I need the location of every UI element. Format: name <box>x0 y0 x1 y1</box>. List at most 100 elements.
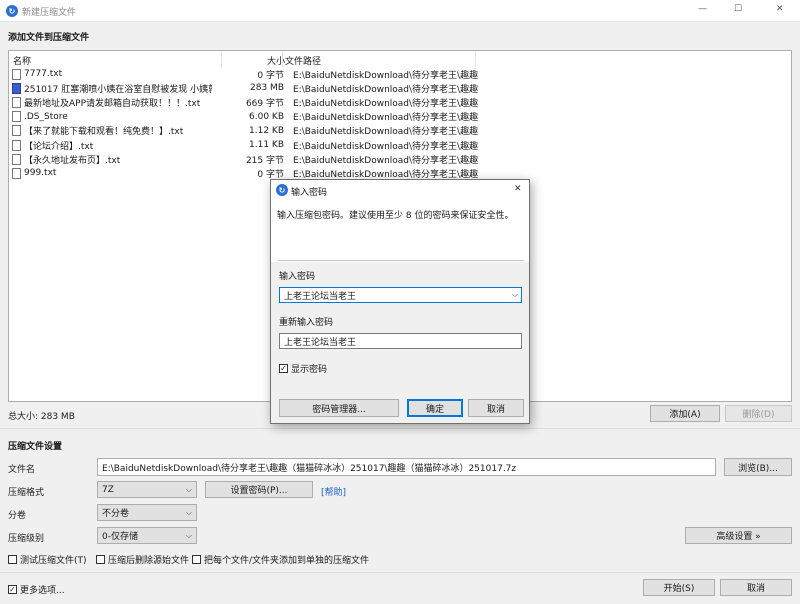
split-label: 分卷 <box>8 511 27 521</box>
divider <box>0 428 800 429</box>
file-size: 215 字节 <box>245 155 284 166</box>
checkbox-box[interactable]: ✓ <box>279 364 288 373</box>
file-name: 251017 肛塞潮喷小姨在浴室自慰被发现 小姨就让... <box>12 82 212 95</box>
chevron-down-icon: ⌵ <box>185 530 192 540</box>
table-row[interactable]: 最新地址及APP请发邮箱自动获取！！！.txt 669 字节 E:\BaiduNet… <box>9 95 773 109</box>
filename-input[interactable]: E:\BaiduNetdiskDownload\待分享老王\趣趣（猫猫碎冰冰）2… <box>97 458 716 476</box>
ok-button[interactable]: 确定 <box>407 399 463 417</box>
file-name-text: 7777.txt <box>24 69 63 79</box>
separate-archives-checkbox[interactable]: 把每个文件/文件夹添加到单独的压缩文件 <box>192 553 369 566</box>
file-name-text: 最新地址及APP请发邮箱自动获取！！！.txt <box>24 98 201 109</box>
close-icon[interactable]: ✕ <box>776 4 784 14</box>
text-file-icon <box>12 139 21 151</box>
dialog-app-icon: ↻ <box>276 184 288 196</box>
maximize-icon[interactable]: ☐ <box>734 4 742 14</box>
cancel-button[interactable]: 取消 <box>720 579 792 596</box>
level-label: 压缩级别 <box>8 534 45 544</box>
table-row[interactable]: 251017 肛塞潮喷小姨在浴室自慰被发现 小姨就让... 283 MB E:\Ba… <box>9 81 773 95</box>
text-file-icon <box>12 167 21 179</box>
file-name-text: 【来了就能下载和观看！纯免费！】.txt <box>24 127 184 138</box>
password-dialog: ↻ 输入密码 ✕ 输入压缩包密码。建议使用至少 8 位的密码来保证安全性。 输入… <box>270 179 530 424</box>
repeat-password-label: 重新输入密码 <box>279 318 334 328</box>
file-path: E:\BaiduNetdiskDownload\待分享老王\趣趣（ <box>293 84 478 95</box>
chevron-down-icon[interactable]: ⌵ <box>512 290 518 300</box>
file-name: 【永久地址发布页】.txt <box>12 153 212 166</box>
file-size: 6.00 KB <box>249 111 284 122</box>
browse-button[interactable]: 浏览(B)... <box>724 458 792 476</box>
chevron-down-icon: ⌵ <box>185 484 192 494</box>
password-combo[interactable]: 上老王论坛当老王 ⌵ <box>279 287 522 303</box>
divider <box>0 572 800 573</box>
show-password-checkbox[interactable]: ✓ 显示密码 <box>279 362 327 375</box>
separate-archives-label: 把每个文件/文件夹添加到单独的压缩文件 <box>204 556 370 566</box>
dialog-description-area: 输入压缩包密码。建议使用至少 8 位的密码来保证安全性。 <box>271 200 529 262</box>
text-file-icon <box>12 68 21 80</box>
dialog-description: 输入压缩包密码。建议使用至少 8 位的密码来保证安全性。 <box>277 211 514 221</box>
file-name-text: .DS_Store <box>24 111 68 122</box>
dialog-title-bar: ↻ 输入密码 ✕ <box>271 180 529 200</box>
format-select[interactable]: 7Z ⌵ <box>97 481 197 498</box>
more-options-label: 更多选项... <box>20 586 65 596</box>
table-row[interactable]: 【论坛介绍】.txt 1.11 KB E:\BaiduNetdiskDownload… <box>9 138 773 152</box>
file-name-text: 999.txt <box>24 168 57 179</box>
text-file-icon <box>12 125 21 137</box>
delete-source-label: 压缩后删除源始文件 <box>108 556 190 566</box>
file-name-text: 【论坛介绍】.txt <box>24 141 94 152</box>
file-name: 999.txt <box>12 167 212 179</box>
format-label: 压缩格式 <box>8 488 45 498</box>
checkbox-box[interactable] <box>8 555 17 564</box>
set-password-button[interactable]: 设置密码(P)... <box>205 481 313 498</box>
password-value: 上老王论坛当老王 <box>284 291 357 302</box>
dialog-cancel-button[interactable]: 取消 <box>468 399 524 417</box>
split-select[interactable]: 不分卷 ⌵ <box>97 504 197 521</box>
test-archive-checkbox[interactable]: 测试压缩文件(T) <box>8 553 87 566</box>
file-name: 最新地址及APP请发邮箱自动获取！！！.txt <box>12 96 212 109</box>
app-icon: ↻ <box>6 5 18 17</box>
checkbox-box[interactable]: ✓ <box>8 585 17 594</box>
column-divider <box>475 51 476 67</box>
dialog-title: 输入密码 <box>291 188 328 198</box>
level-select[interactable]: 0-仅存储 ⌵ <box>97 527 197 544</box>
table-row[interactable]: .DS_Store 6.00 KB E:\BaiduNetdiskDownload\… <box>9 110 773 124</box>
minimize-icon[interactable]: — <box>698 4 707 14</box>
show-password-label: 显示密码 <box>291 365 328 375</box>
test-archive-label: 测试压缩文件(T) <box>20 556 87 566</box>
file-name: 【来了就能下载和观看！纯免费！】.txt <box>12 124 212 137</box>
file-path: E:\BaiduNetdiskDownload\待分享老王\趣趣（ <box>293 127 478 138</box>
column-divider <box>221 51 222 67</box>
file-size: 0 字节 <box>257 169 284 180</box>
title-bar: ↻ 新建压缩文件 — ☐ ✕ <box>0 0 800 22</box>
text-file-icon <box>12 153 21 165</box>
file-size: 1.12 KB <box>249 125 284 136</box>
repeat-password-input[interactable]: 上老王论坛当老王 <box>279 333 522 349</box>
table-row[interactable]: 7777.txt 0 字节 E:\BaiduNetdiskDownload\待分享老… <box>9 67 773 81</box>
file-icon <box>12 111 21 123</box>
file-name: .DS_Store <box>12 111 212 123</box>
column-divider <box>282 51 283 67</box>
format-value: 7Z <box>102 484 114 495</box>
add-button[interactable]: 添加(A) <box>650 405 720 422</box>
password-manager-button[interactable]: 密码管理器... <box>279 399 399 417</box>
table-row[interactable]: 【永久地址发布页】.txt 215 字节 E:\BaiduNetdiskDownlo… <box>9 152 773 166</box>
checkbox-box[interactable] <box>192 555 201 564</box>
level-value: 0-仅存储 <box>102 532 138 542</box>
file-size: 669 字节 <box>245 98 284 109</box>
file-path: E:\BaiduNetdiskDownload\待分享老王\趣趣（ <box>293 169 478 180</box>
advanced-button[interactable]: 高级设置 » <box>685 527 792 544</box>
column-name[interactable]: 名称 <box>13 54 31 67</box>
dialog-close-icon[interactable]: ✕ <box>514 184 522 194</box>
chevron-down-icon: ⌵ <box>185 507 192 517</box>
more-options-checkbox[interactable]: ✓ 更多选项... <box>8 583 65 596</box>
table-row[interactable]: 【来了就能下载和观看！纯免费！】.txt 1.12 KB E:\BaiduNetdi… <box>9 124 773 138</box>
delete-source-checkbox[interactable]: 压缩后删除源始文件 <box>96 553 189 566</box>
dialog-divider <box>278 260 524 261</box>
total-size: 总大小: 283 MB <box>8 412 75 422</box>
start-button[interactable]: 开始(S) <box>643 579 715 596</box>
help-link[interactable]: [帮助] <box>321 485 346 498</box>
filename-label: 文件名 <box>8 465 36 475</box>
checkbox-box[interactable] <box>96 555 105 564</box>
column-path[interactable]: 文件路径 <box>285 54 321 67</box>
file-path: E:\BaiduNetdiskDownload\待分享老王\趣趣（ <box>293 155 478 166</box>
file-list-header: 名称 大小 文件路径 <box>9 51 791 67</box>
delete-button[interactable]: 删除(D) <box>725 405 792 422</box>
